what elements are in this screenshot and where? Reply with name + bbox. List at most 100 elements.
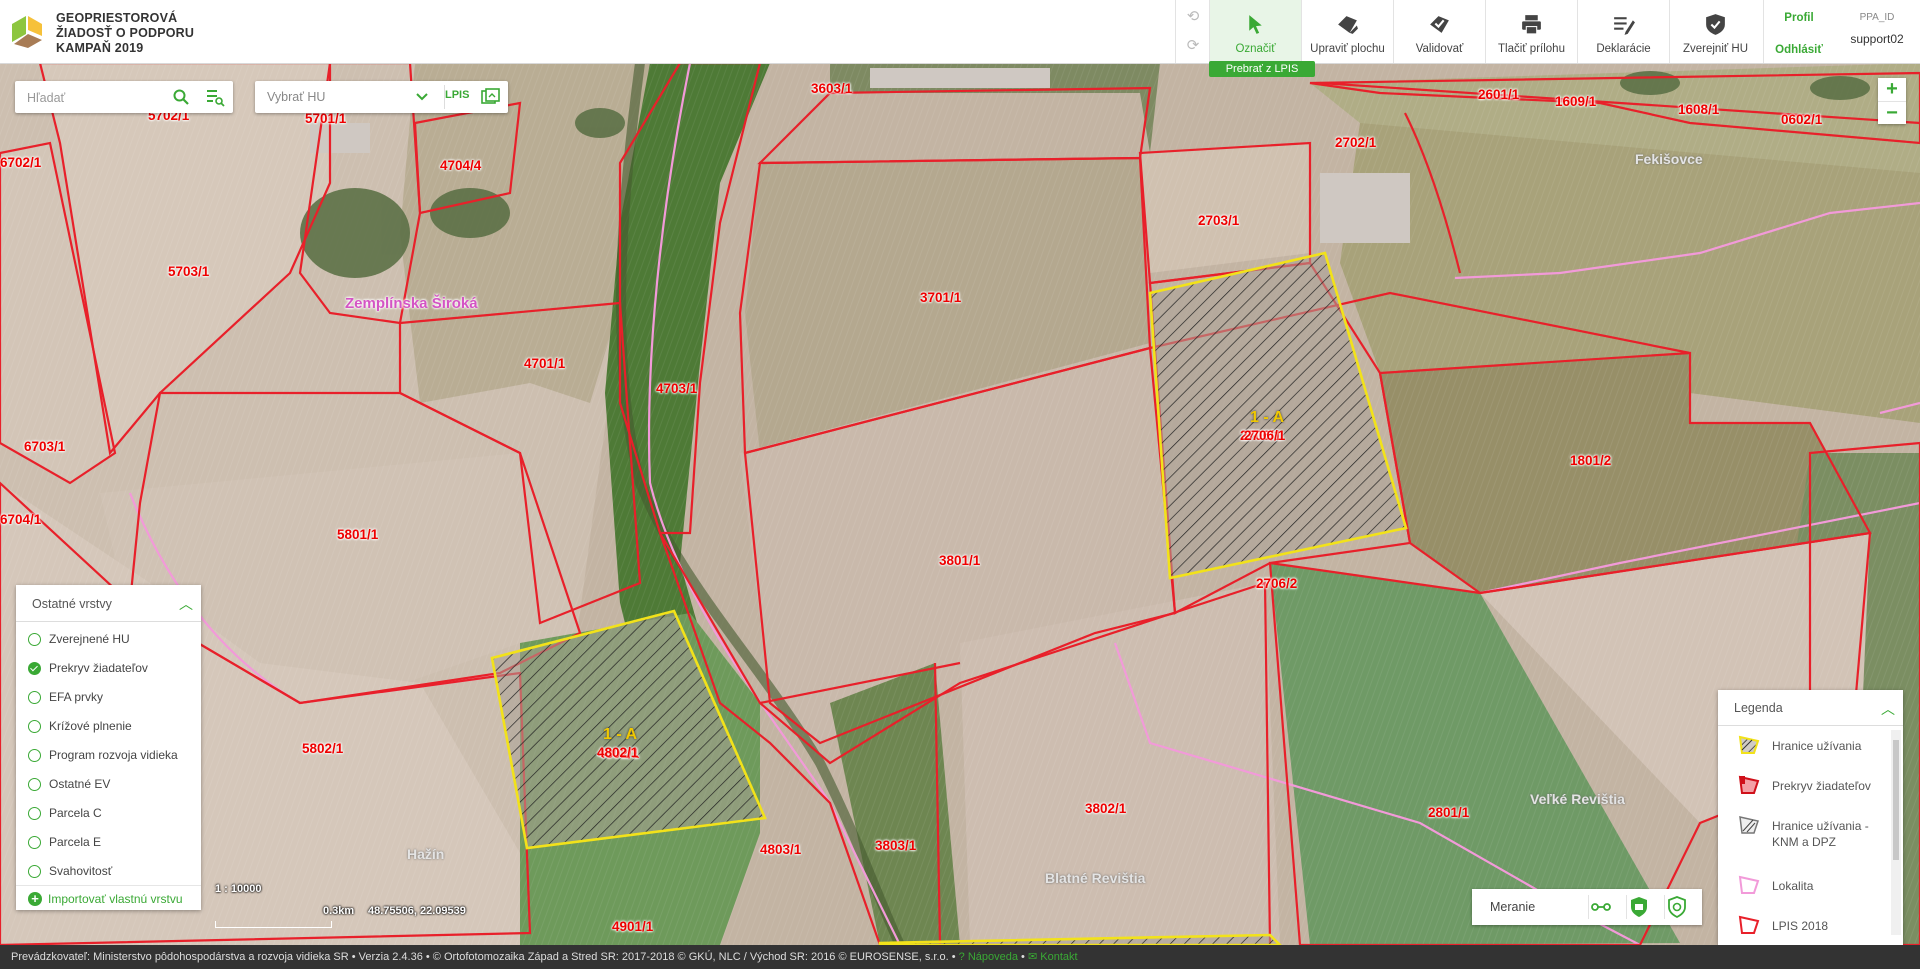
search-icon[interactable] [172,88,190,106]
app-logo [12,16,42,48]
lpis-toggle[interactable]: LPIS [445,89,469,101]
orthophoto-layer [0,63,1920,945]
layer-item-label: Parcela E [49,835,102,849]
layer-item[interactable]: Prekryv žiadateľov [28,661,148,681]
help-label: Nápoveda [967,951,1018,963]
hatch-grey-icon [1739,816,1759,834]
edit-area-icon [1338,16,1358,34]
search-input[interactable] [25,87,169,109]
parcel-label: 2801/1 [1428,805,1470,820]
tool-publish-hu[interactable]: Zverejniť HU [1669,0,1761,63]
hatch-yellow-icon [1738,735,1760,754]
radio-icon [28,807,41,820]
logout-link[interactable]: Odhlásiť [1764,44,1834,56]
hu-select[interactable]: Vybrať HU [267,90,325,104]
radio-icon [28,720,41,733]
cursor-coordinates: 48.75506, 22.09539 [368,905,466,917]
parcel-label: 4701/1 [524,356,566,371]
tool-print[interactable]: Tlačiť prílohu [1485,0,1577,63]
layer-item-label: EFA prvky [49,690,104,704]
map-canvas[interactable]: 3603/1 2601/1 1609/1 1608/1 0602/1 6702/… [0,63,1920,945]
profile-link[interactable]: Profil [1764,12,1834,24]
zoom-control: + − [1878,78,1906,124]
parcel-label: 3802/1 [1085,801,1127,816]
app-title-line-3: KAMPAŇ 2019 [56,41,144,55]
legend-scrollbar[interactable] [1891,730,1901,935]
hu-label: 1 - A 4802/1 [597,726,639,760]
import-layer-label: Importovať vlastnú vrstvu [48,892,183,906]
redo-icon[interactable]: ⟳ [1185,38,1201,54]
collapse-icon[interactable]: ︿ [179,594,193,614]
prebrat-z-lpis-button[interactable]: Prebrať z LPIS [1209,61,1315,77]
contact-link[interactable]: ✉ Kontakt [1028,951,1078,963]
question-icon: ? [958,951,965,963]
radio-checked-icon [28,662,41,675]
hu-label: 1 - A 2706/1 [1244,409,1286,443]
measure-distance-button[interactable] [1588,895,1613,919]
parcel-label: 1609/1 [1555,94,1597,109]
contact-label: Kontakt [1040,951,1078,963]
app-title-line-2: ŽIADOSŤ O PODPORU [56,26,195,40]
cursor-icon [1249,15,1262,34]
scroll-thumb[interactable] [1893,740,1899,860]
parcel-label: 1608/1 [1678,102,1720,117]
legend-item-label: LPIS 2018 [1772,919,1829,933]
publish-shield-icon [1706,14,1725,35]
tool-declarations-label: Deklarácie [1596,43,1651,55]
radio-icon [28,633,41,646]
layer-item[interactable]: Krížové plnenie [28,719,132,739]
hu-select-bar: Vybrať HU LPIS [255,81,508,113]
search-bar [15,81,233,113]
layer-item[interactable]: Svahovitosť [28,864,112,884]
tool-edit-area[interactable]: Upraviť plochu [1301,0,1393,63]
layer-item[interactable]: Parcela E [28,835,101,855]
parcel-label: 2706/2 [1256,576,1298,591]
layer-item-label: Svahovitosť [49,864,113,878]
clear-shield-icon [1668,896,1686,919]
tool-validate[interactable]: Validovať [1393,0,1485,63]
layers-panel-header[interactable]: Ostatné vrstvy ︿ [16,585,201,622]
scale-distance: 0.3km [323,905,355,917]
app-header: GEOPRIESTOROVÁ ŽIADOSŤ O PODPORU KAMPAŇ … [0,0,1920,64]
measure-clear-button[interactable] [1664,895,1689,919]
separator: • [1021,951,1025,963]
parcel-label: 3603/1 [811,81,853,96]
undo-redo-group: ⟲ ⟳ [1175,0,1209,63]
layer-item[interactable]: Zverejnené HU [28,632,130,652]
place-name: Blatné Revištia [1045,870,1146,886]
tool-publish-hu-label: Zverejniť HU [1682,43,1749,55]
layer-item[interactable]: Ostatné EV [28,777,110,797]
place-name: Fekišovce [1635,151,1703,167]
layer-swap-icon[interactable] [481,88,501,106]
layer-item[interactable]: Program rozvoja vidieka [28,748,178,768]
parcel-label: 1801/2 [1570,453,1612,468]
undo-icon[interactable]: ⟲ [1185,9,1201,25]
place-name: Veľké Revištia [1530,791,1625,807]
tool-select[interactable]: Označiť [1209,0,1301,63]
zoom-in-button[interactable]: + [1878,78,1906,101]
search-list-icon[interactable] [205,87,225,107]
collapse-icon[interactable]: ︿ [1881,699,1895,719]
hu-parcel-number: 4802/1 [597,745,639,760]
chevron-down-icon[interactable] [415,91,429,103]
lpis-red-icon [1738,915,1760,934]
place-name: Hažín [407,846,445,862]
tool-declarations[interactable]: Deklarácie [1577,0,1669,63]
radio-icon [28,778,41,791]
user-info: PPA_ID support02 [1834,0,1920,63]
footer: Prevádzkovateľ: Ministerstvo pôdohospodá… [0,945,1920,969]
import-layer-button[interactable]: + Importovať vlastnú vrstvu [28,892,183,906]
measure-area-button[interactable] [1626,895,1651,919]
parcel-label: 3803/1 [875,838,917,853]
plus-icon: + [28,892,42,906]
other-layers-panel: Ostatné vrstvy ︿ Zverejnené HU Prekryv ž… [16,585,201,910]
validate-icon [1430,16,1449,33]
legend-item-label: Prekryv žiadateľov [1772,779,1871,793]
parcel-label: 6702/1 [0,155,42,170]
layer-item[interactable]: EFA prvky [28,690,103,710]
help-link[interactable]: ? Nápoveda [959,951,1018,963]
layer-item[interactable]: Parcela C [28,806,102,826]
zoom-out-button[interactable]: − [1878,101,1906,125]
legend-header[interactable]: Legenda ︿ [1718,690,1903,726]
overlap-red-icon [1738,775,1760,794]
